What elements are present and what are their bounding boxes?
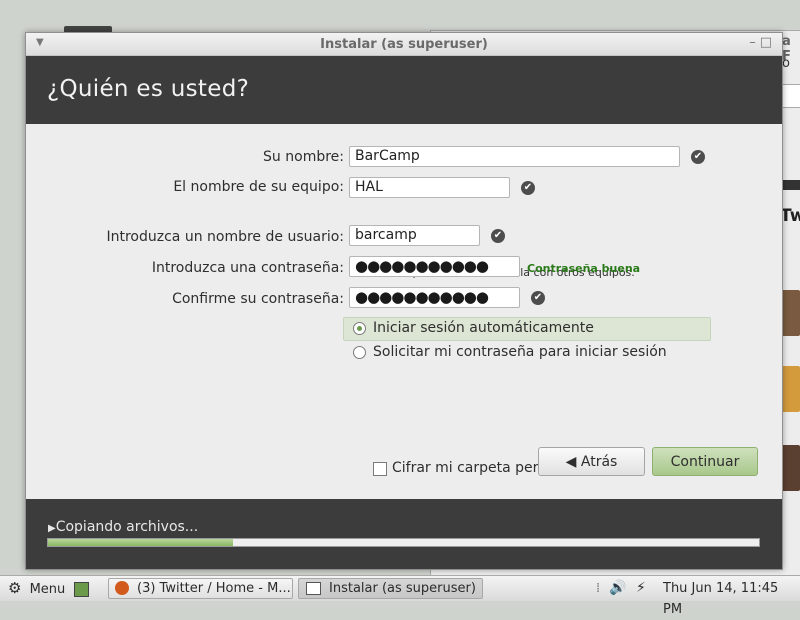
background-avatar-1	[781, 290, 800, 336]
desktop-icon	[74, 582, 89, 597]
maximize-icon[interactable]: □	[760, 35, 776, 50]
require-password-radio[interactable]	[353, 346, 366, 359]
name-label: Su nombre:	[263, 149, 344, 165]
username-valid-icon: ✔	[491, 229, 505, 243]
minimize-icon[interactable]: –	[749, 35, 760, 50]
require-password-option[interactable]: Solicitar mi contraseña para iniciar ses…	[344, 342, 710, 364]
expander-arrow-icon[interactable]: ▶	[48, 523, 56, 534]
show-desktop-button[interactable]	[74, 578, 92, 599]
menu-label: Menu	[29, 582, 66, 597]
confirm-password-valid-icon: ✔	[531, 291, 545, 305]
confirm-password-label: Confirme su contraseña:	[172, 291, 344, 307]
install-progress-panel: ▶Copiando archivos...	[26, 499, 782, 569]
background-avatar-2	[781, 366, 800, 412]
page-title: ¿Quién es usted?	[47, 76, 250, 102]
network-icon[interactable]: ⚡	[636, 578, 646, 599]
task-twitter-label: (3) Twitter / Home - M...	[137, 581, 291, 596]
progress-label: Copiando archivos...	[55, 519, 199, 535]
arrow-left-icon: ◀	[565, 453, 577, 470]
window-icon	[306, 582, 321, 595]
password-label: Introduzca una contraseña:	[151, 260, 344, 276]
progress-bar-fill	[48, 539, 233, 546]
task-twitter[interactable]: (3) Twitter / Home - M...	[108, 578, 293, 599]
auto-login-option[interactable]: Iniciar sesión automáticamente	[343, 317, 711, 341]
progress-expander[interactable]: ▶Copiando archivos...	[48, 519, 198, 535]
auto-login-label: Iniciar sesión automáticamente	[373, 320, 594, 336]
task-installer-label: Instalar (as superuser)	[329, 581, 476, 596]
require-password-label: Solicitar mi contraseña para iniciar ses…	[373, 344, 667, 360]
continue-button[interactable]: Continuar	[652, 447, 758, 476]
password-strength-text: Contraseña buena	[527, 262, 641, 275]
back-button-label: Atrás	[580, 453, 618, 470]
username-label: Introduzca un nombre de usuario:	[106, 229, 344, 245]
computer-name-valid-icon: ✔	[521, 181, 535, 195]
user-form: Su nombre: BarCamp ✔ El nombre de su equ…	[26, 124, 782, 500]
volume-icon[interactable]: 🔊	[609, 578, 626, 599]
window-controls[interactable]: –□	[749, 35, 776, 50]
page-header: ¿Quién es usted?	[26, 56, 782, 124]
tray-separator: ⁞	[596, 581, 601, 596]
installer-dialog: ▼ Instalar (as superuser) –□ ¿Quién es u…	[25, 32, 783, 570]
window-titlebar[interactable]: ▼ Instalar (as superuser) –□	[26, 33, 782, 56]
encrypt-home-checkbox[interactable]	[373, 462, 387, 476]
window-title: Instalar (as superuser)	[320, 37, 488, 52]
background-heading-fragment: Twe	[780, 206, 800, 226]
background-header-strip	[780, 180, 800, 190]
task-installer[interactable]: Instalar (as superuser)	[298, 578, 483, 599]
confirm-password-input[interactable]: ●●●●●●●●●●●	[349, 287, 520, 308]
menu-button[interactable]: ⚙ Menu	[8, 578, 65, 599]
username-input[interactable]: barcamp	[349, 225, 480, 246]
taskbar: ⚙ Menu (3) Twitter / Home - M... Instala…	[0, 575, 800, 617]
gear-icon: ⚙	[8, 579, 22, 597]
clock[interactable]: Thu Jun 14, 11:45 PM	[663, 578, 800, 617]
progress-bar	[47, 538, 760, 547]
background-menu-fragment: o	[782, 56, 790, 71]
background-avatar-3	[781, 445, 800, 491]
computer-name-label: El nombre de su equipo:	[173, 179, 344, 195]
computer-name-input[interactable]: HAL	[349, 177, 510, 198]
name-input[interactable]: BarCamp	[349, 146, 680, 167]
browser-icon	[115, 581, 129, 595]
name-valid-icon: ✔	[691, 150, 705, 164]
auto-login-radio[interactable]	[353, 322, 366, 335]
background-search-box	[780, 84, 800, 108]
back-button[interactable]: ◀ Atrás	[538, 447, 645, 476]
password-input[interactable]: ●●●●●●●●●●●	[349, 256, 520, 277]
